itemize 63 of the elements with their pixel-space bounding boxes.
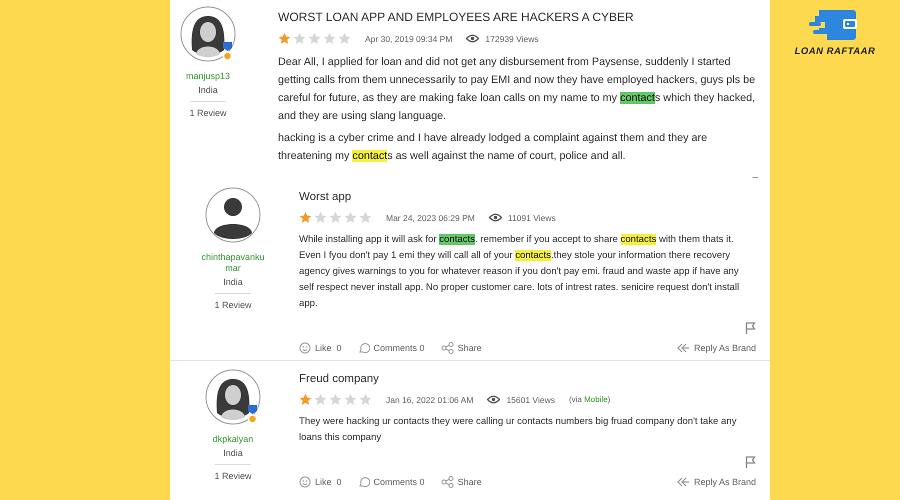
comment-icon: [358, 342, 370, 354]
brand-name: LOAN RAFTAAR: [794, 46, 876, 57]
avatar-silhouette: [206, 188, 260, 242]
user-country: India: [198, 85, 218, 95]
comment-icon: [358, 476, 370, 488]
eye-icon: [466, 34, 480, 43]
empty-star-icon: [329, 211, 342, 224]
user-name[interactable]: dkpkalyan: [201, 434, 265, 445]
avatar-silhouette: [180, 6, 236, 62]
filled-star-icon: [299, 393, 312, 406]
like-button[interactable]: Like 0: [299, 342, 342, 354]
reply-icon: [676, 477, 690, 487]
view-count: 11091 Views: [508, 212, 556, 222]
review-title: WORST LOAN APP AND EMPLOYEES ARE HACKERS A CYBER: [278, 10, 635, 24]
review-date: Mar 24, 2023 06:29 PM: [386, 212, 475, 222]
review-text: They were hacking ur contacts they were calling ur contacts numbers big fruad company don't take any loans this company: [299, 415, 738, 445]
view-count: 172939 Views: [485, 34, 539, 44]
empty-star-icon: [308, 32, 321, 45]
review-text: Dear All, I applied for loan and did not get any disbursement from Paysense, suddenly I started getting calls from them unnecessarily to pay EMI and now they have employed hackers, guys pls be careful for future, as they are making fake loan calls on my name to my contacts which they hacked, and they are using slang language.: [278, 55, 756, 124]
empty-star-icon: [314, 211, 327, 224]
review-title: Worst app: [299, 191, 352, 203]
empty-star-icon: [344, 211, 357, 224]
reply-icon: [676, 343, 690, 353]
user-name[interactable]: manjusp13: [176, 71, 240, 82]
smiley-icon: [299, 476, 311, 488]
share-icon: [440, 342, 454, 354]
review-text: While installing app it will ask for contacts. remember if you accept to share contacts with them thats it. Even I fyou don't pay 1 emi they will call all of your contacts.they stole your information there recovery agency gives warnings to you for whatever reason if you don't pay emi. fraud and waste app if have any self respect never install app. No proper customer care. lots of intrest rates. senicire request don't install app.: [299, 233, 740, 311]
review-date: Jan 16, 2022 01:06 AM: [386, 394, 474, 404]
empty-star-icon: [359, 211, 372, 224]
flag-icon[interactable]: [745, 456, 756, 468]
empty-star-icon: [359, 393, 372, 406]
empty-star-icon: [338, 32, 351, 45]
review-title: Freud company: [299, 373, 380, 385]
reply-as-brand-button[interactable]: Reply As Brand: [676, 477, 756, 487]
like-button[interactable]: Like 0: [299, 476, 342, 488]
flag-icon[interactable]: [745, 322, 756, 334]
view-count: 15601 Views: [506, 394, 555, 404]
reply-as-brand-button[interactable]: Reply As Brand: [676, 343, 756, 353]
collapse-toggle[interactable]: –: [752, 172, 758, 183]
eye-icon: [487, 395, 500, 404]
avatar-silhouette: [206, 370, 260, 424]
comments-button[interactable]: Comments 0: [358, 476, 425, 488]
eye-icon: [488, 213, 502, 222]
user-country: India: [223, 448, 243, 458]
empty-star-icon: [329, 393, 342, 406]
review-date: Apr 30, 2019 09:34 PM: [365, 34, 452, 44]
comments-button[interactable]: Comments 0: [358, 342, 425, 354]
filled-star-icon: [299, 211, 312, 224]
user-country: India: [223, 277, 243, 287]
empty-star-icon: [323, 32, 336, 45]
review-count: 1 Review: [214, 471, 252, 481]
share-button[interactable]: Share: [440, 342, 482, 354]
empty-star-icon: [293, 32, 306, 45]
user-name[interactable]: chinthapavankumar: [201, 252, 265, 274]
filled-star-icon: [278, 32, 291, 45]
smiley-icon: [299, 342, 311, 354]
review-count: 1 Review: [214, 300, 252, 310]
via-source: (via Mobile): [568, 395, 610, 404]
review-count: 1 Review: [189, 108, 226, 118]
empty-star-icon: [344, 393, 357, 406]
empty-star-icon: [314, 393, 327, 406]
share-button[interactable]: Share: [440, 476, 482, 488]
share-icon: [440, 476, 454, 488]
